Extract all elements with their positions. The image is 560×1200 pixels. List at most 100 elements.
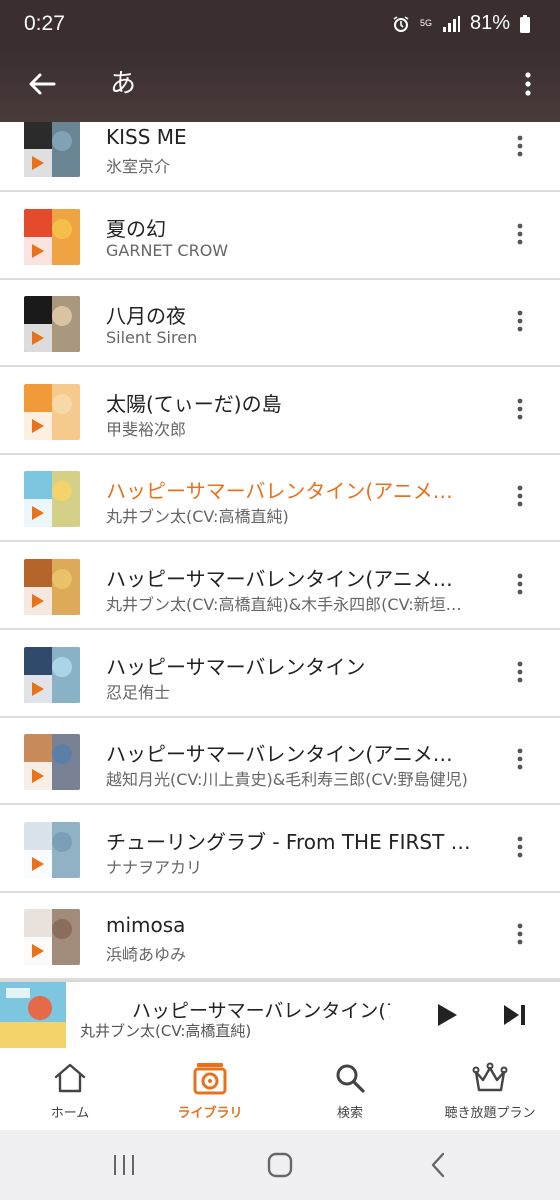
track-more-button[interactable]: [508, 832, 532, 862]
status-bar: 0:27 5G 81%: [0, 0, 560, 48]
track-artwork[interactable]: [24, 471, 80, 528]
more-vert-icon: [525, 72, 531, 96]
track-title: ハッピーサマーバレンタイン(アニメ…: [106, 567, 453, 591]
track-row[interactable]: ハッピーサマーバレンタイン(アニメ… 丸井ブン太(CV:高橋直純)&木手永四郎(C…: [0, 543, 560, 630]
more-vert-icon: [517, 485, 523, 507]
recent-apps-icon: [114, 1155, 134, 1175]
track-artwork[interactable]: [24, 821, 80, 878]
track-artwork[interactable]: [24, 734, 80, 791]
play-overlay-icon: [24, 937, 52, 966]
track-artwork[interactable]: [24, 296, 80, 353]
track-row[interactable]: 八月の夜 Silent Siren: [0, 280, 560, 368]
track-row[interactable]: ハッピーサマーバレンタイン忍足侑士: [0, 631, 560, 718]
track-artwork[interactable]: [24, 646, 80, 703]
track-artist: ナナヲアカリ: [106, 857, 203, 877]
more-vert-icon: [517, 398, 523, 420]
network-label: 5G: [419, 18, 432, 28]
track-title: 夏の幻: [106, 216, 166, 241]
skip-next-icon: [504, 1005, 525, 1025]
mini-player-artist: 丸井ブン太(CV:高橋直純): [80, 1022, 252, 1040]
signal-icon: [442, 15, 460, 32]
track-artist: 浜崎あゆみ: [106, 945, 187, 965]
system-navigation-bar: [0, 1130, 560, 1200]
back-system-button[interactable]: [418, 1148, 458, 1182]
app-header: あ: [0, 48, 560, 122]
play-overlay-icon: [24, 324, 52, 353]
back-chevron-icon: [431, 1152, 445, 1178]
track-artist: 氷室京介: [106, 157, 171, 176]
track-artwork[interactable]: [24, 383, 80, 440]
crown-icon: [472, 1060, 508, 1096]
track-artist: 忍足侑士: [106, 682, 171, 702]
battery-level: 81%: [469, 12, 510, 34]
next-track-button[interactable]: [500, 1000, 530, 1030]
track-title: 太陽(てぃーだ)の島: [106, 391, 282, 416]
track-artwork[interactable]: [24, 559, 80, 615]
track-title: チューリングラブ - From THE FIRST …: [106, 829, 471, 854]
track-row[interactable]: 太陽(てぃーだ)の島甲斐裕次郎: [0, 368, 560, 455]
play-overlay-icon: [24, 587, 52, 615]
track-more-button[interactable]: [508, 657, 532, 687]
track-more-button[interactable]: [508, 481, 532, 511]
nav-search-label: 検索: [336, 1106, 363, 1121]
mini-player-artwork: [0, 982, 66, 1048]
alarm-icon: [392, 15, 410, 33]
track-artwork[interactable]: [24, 909, 80, 966]
track-more-button[interactable]: [508, 306, 532, 336]
track-title: ハッピーサマーバレンタイン: [106, 654, 366, 679]
nav-home-label: ホーム: [50, 1106, 90, 1121]
track-row[interactable]: mimosa 浜崎あゆみ: [0, 893, 560, 980]
page-title: あ: [110, 69, 137, 99]
track-title: 八月の夜: [106, 304, 186, 329]
track-artwork[interactable]: [24, 208, 80, 265]
track-row[interactable]: KISS ME 氷室京介: [0, 122, 560, 192]
track-title: mimosa: [106, 913, 186, 938]
track-more-button[interactable]: [508, 744, 532, 774]
play-overlay-icon: [24, 499, 52, 528]
track-artist: 甲斐裕次郎: [106, 419, 187, 439]
track-more-button[interactable]: [508, 131, 532, 161]
more-vert-icon: [517, 661, 523, 682]
nav-unlimited-plan[interactable]: 聴き放題プラン: [420, 1048, 560, 1130]
home-system-button[interactable]: [260, 1148, 300, 1182]
more-vert-icon: [517, 223, 523, 244]
track-row[interactable]: ハッピーサマーバレンタイン(アニメ… 丸井ブン太(CV:高橋直純): [0, 455, 560, 543]
play-button[interactable]: [432, 1000, 462, 1030]
track-list: KISS ME 氷室京介 夏の幻 GARNET CROW 八月の夜 Silent Sire…: [0, 122, 560, 980]
track-artist: 丸井ブン太(CV:高橋直純)&木手永四郎(CV:新垣…: [106, 595, 462, 614]
more-vert-icon: [517, 310, 523, 332]
play-overlay-icon: [24, 762, 52, 791]
recent-apps-button[interactable]: [104, 1148, 144, 1182]
nav-home[interactable]: ホーム: [0, 1048, 140, 1130]
track-artist: GARNET CROW: [106, 240, 229, 260]
track-artist: 越知月光(CV:川上貴史)&毛利寿三郎(CV:野島健児): [106, 770, 468, 790]
track-row[interactable]: チューリングラブ - From THE FIRST … ナナヲアカリ: [0, 806, 560, 893]
nav-library-label: ライブラリ: [177, 1106, 243, 1121]
more-options-button[interactable]: [514, 64, 542, 104]
nav-library[interactable]: ライブラリ: [140, 1048, 280, 1130]
battery-icon: [520, 14, 530, 33]
back-arrow-icon: [29, 73, 56, 95]
back-button[interactable]: [22, 64, 62, 104]
play-overlay-icon: [24, 149, 52, 177]
play-overlay-icon: [24, 674, 52, 703]
nav-search[interactable]: 検索: [280, 1048, 420, 1130]
bottom-navigation: ホーム ライブラリ 検索 聴き放題プラン: [0, 1048, 560, 1130]
track-artist: Silent Siren: [106, 328, 198, 348]
track-row[interactable]: ハッピーサマーバレンタイン(アニメ… 越知月光(CV:川上貴史)&毛利寿三郎(CV…: [0, 718, 560, 806]
home-icon: [53, 1060, 87, 1096]
home-system-icon: [267, 1152, 293, 1178]
play-overlay-icon: [24, 849, 52, 878]
track-more-button[interactable]: [508, 394, 532, 424]
status-icons: 5G 81%: [392, 12, 530, 35]
mini-player[interactable]: ハッピーサマーバレンタイン(ア 丸井ブン太(CV:高橋直純): [0, 980, 560, 1048]
track-title: ハッピーサマーバレンタイン(アニメ…: [106, 742, 453, 767]
track-more-button[interactable]: [508, 919, 532, 949]
more-vert-icon: [517, 836, 523, 858]
track-artwork[interactable]: [24, 122, 80, 177]
track-more-button[interactable]: [508, 569, 532, 599]
nav-unlimited-plan-label: 聴き放題プラン: [444, 1106, 536, 1121]
track-more-button[interactable]: [508, 219, 532, 249]
track-row[interactable]: 夏の幻 GARNET CROW: [0, 193, 560, 280]
search-icon: [335, 1060, 365, 1096]
